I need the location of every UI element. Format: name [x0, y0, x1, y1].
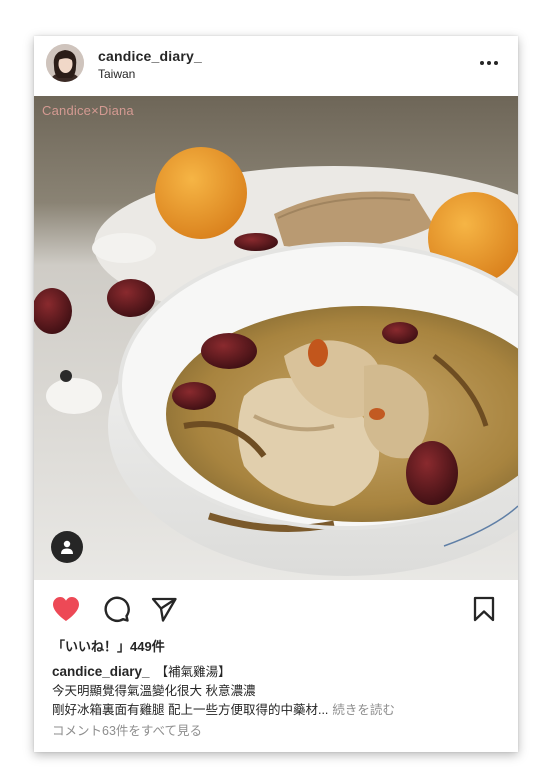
paper-plane-icon	[151, 597, 177, 622]
chicken-soup-photo	[34, 96, 518, 580]
caption-first-line: candice_diary_ 【補氣雞湯】	[52, 662, 502, 682]
share-button[interactable]	[148, 593, 180, 625]
avatar-image	[46, 44, 84, 82]
read-more-link[interactable]: 続きを読む	[332, 703, 395, 717]
instagram-post-card: candice_diary_ Taiwan Candice×Diana 「いいね…	[34, 36, 518, 752]
post-photo[interactable]: Candice×Diana	[34, 96, 518, 580]
like-button[interactable]	[50, 593, 82, 625]
heart-filled-icon	[53, 597, 79, 621]
post-location[interactable]: Taiwan	[98, 67, 135, 81]
post-header: candice_diary_ Taiwan	[34, 36, 518, 96]
view-all-comments-link[interactable]: コメント63件をすべて見る	[52, 722, 502, 741]
photo-watermark: Candice×Diana	[42, 103, 134, 118]
caption-username[interactable]: candice_diary_	[52, 664, 150, 679]
post-action-bar	[34, 580, 518, 636]
user-tag-icon	[61, 540, 73, 554]
user-avatar[interactable]	[46, 44, 84, 82]
tagged-users-button[interactable]	[51, 531, 83, 563]
caption-line-1: 今天明顯覺得氣溫變化很大 秋意濃濃	[52, 684, 256, 698]
comment-bubble-icon	[104, 596, 130, 622]
bookmark-icon	[473, 596, 495, 622]
post-username[interactable]: candice_diary_	[98, 48, 202, 64]
post-details: 「いいね！」449件 candice_diary_ 【補氣雞湯】 今天明顯覺得氣溫…	[52, 638, 502, 741]
comment-button[interactable]	[100, 593, 132, 625]
caption-line-2: 剛好冰箱裏面有雞腿 配上一些方便取得的中藥材...	[52, 703, 329, 717]
post-caption: candice_diary_ 【補氣雞湯】 今天明顯覺得氣溫變化很大 秋意濃濃 剛…	[52, 662, 502, 720]
caption-line-2-row: 剛好冰箱裏面有雞腿 配上一些方便取得的中藥材... 続きを読む	[52, 701, 502, 720]
more-options-button[interactable]	[472, 50, 506, 76]
more-horizontal-icon	[480, 61, 498, 65]
save-button[interactable]	[468, 593, 500, 625]
caption-title: 【補氣雞湯】	[155, 665, 231, 679]
likes-count[interactable]: 「いいね！」449件	[52, 638, 502, 656]
